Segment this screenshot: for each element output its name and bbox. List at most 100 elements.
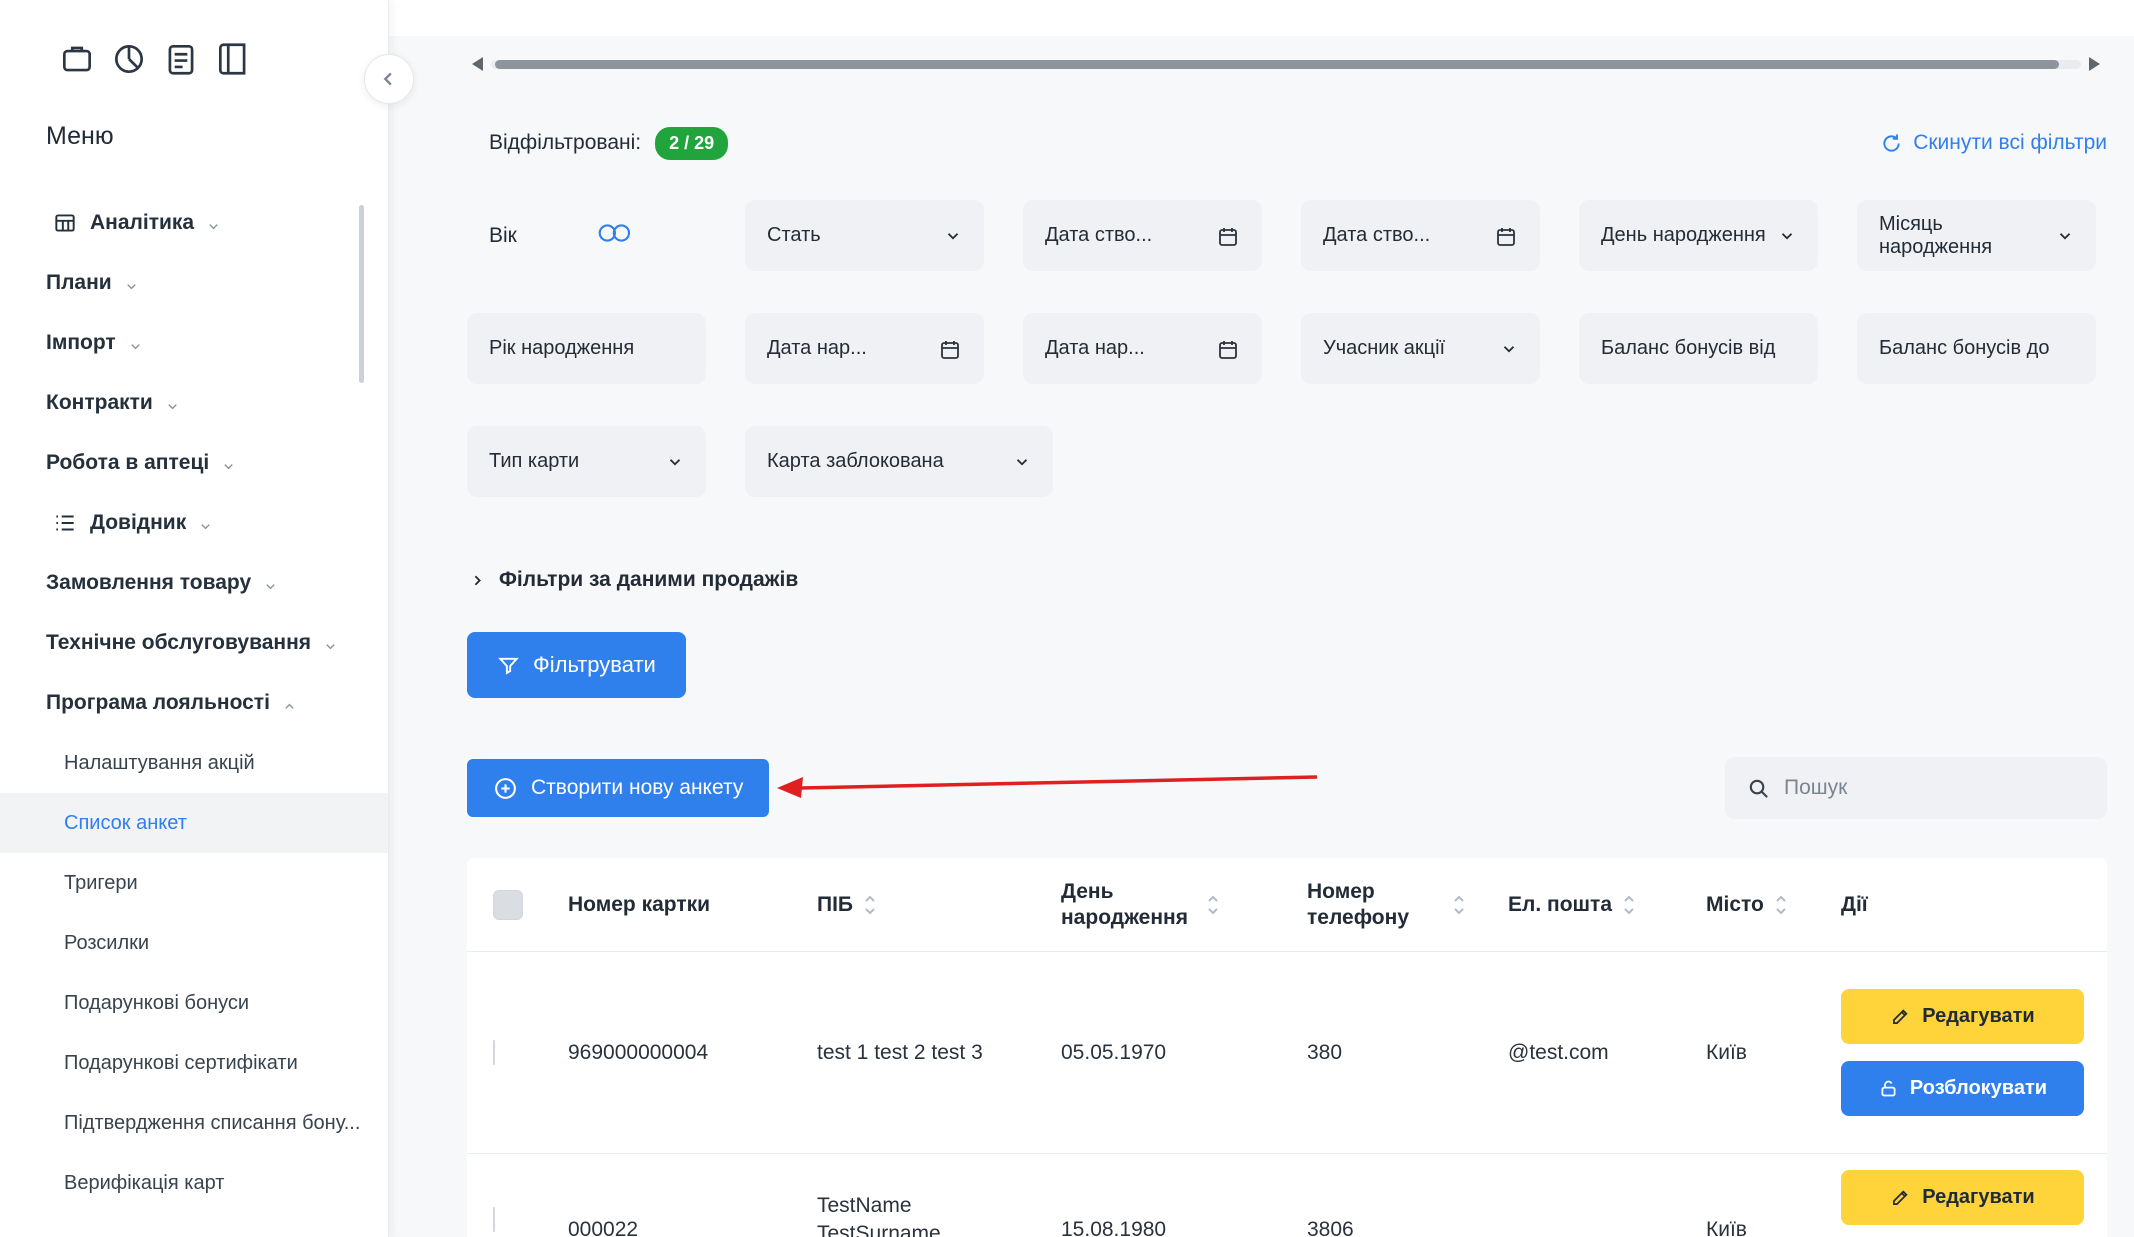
sidebar-subitem-spysok-anket[interactable]: Список анкет bbox=[0, 793, 388, 853]
sidebar-item-label: Технічне обслуговування bbox=[46, 631, 311, 655]
filter-card-type-select[interactable]: Тип карти bbox=[467, 426, 706, 497]
chevron-left-icon bbox=[376, 66, 402, 92]
phone-cell: 380 bbox=[1307, 1041, 1508, 1065]
filter-card-blocked-select[interactable]: Карта заблокована bbox=[745, 426, 1053, 497]
unlock-button[interactable]: Розблокувати bbox=[1841, 1061, 2084, 1116]
filter-gender-select[interactable]: Стать bbox=[745, 200, 984, 271]
surveys-table: Номер картки ПІБ День народження Номер т… bbox=[467, 858, 2107, 1237]
row-checkbox[interactable] bbox=[493, 1040, 495, 1065]
full-name-text: TestName TestSurname bbox=[817, 1192, 967, 1237]
scrollbar-thumb[interactable] bbox=[495, 60, 2059, 69]
sidebar-item-dovidnyk[interactable]: Довідник bbox=[0, 493, 388, 553]
reset-filters-link[interactable]: Скинути всі фільтри bbox=[1880, 131, 2107, 155]
scroll-right-arrow-icon[interactable] bbox=[2089, 57, 2100, 71]
lock-open-icon bbox=[1878, 1078, 1899, 1099]
col-header-city[interactable]: Місто bbox=[1706, 893, 1841, 917]
sort-icon[interactable] bbox=[863, 894, 877, 916]
pie-chart-icon[interactable] bbox=[110, 40, 148, 78]
sidebar-item-plany[interactable]: Плани bbox=[0, 253, 388, 313]
email-cell bbox=[1508, 1154, 1706, 1218]
col-header-card-number: Номер картки bbox=[568, 893, 817, 917]
sidebar-subitem-nalashtuvannya-aktsiy[interactable]: Налаштування акцій bbox=[0, 733, 388, 793]
sales-filters-expander[interactable]: Фільтри за даними продажів bbox=[469, 568, 798, 592]
age-range-toggle[interactable] bbox=[591, 220, 641, 251]
calendar-icon bbox=[1216, 337, 1240, 361]
sort-icon[interactable] bbox=[1452, 894, 1466, 916]
field-label: Карта заблокована bbox=[767, 450, 944, 473]
filter-bonus-to-input[interactable]: Баланс бонусів до bbox=[1857, 313, 2096, 384]
search-input[interactable] bbox=[1784, 776, 2085, 800]
scrollbar-track[interactable] bbox=[491, 60, 2081, 69]
sidebar-item-import[interactable]: Імпорт bbox=[0, 313, 388, 373]
sidebar-menu: Аналітика Плани Імпорт Контракти Робота … bbox=[0, 193, 388, 1213]
sidebar-item-programa-loyalnosti[interactable]: Програма лояльності bbox=[0, 673, 388, 733]
edit-button[interactable]: Редагувати bbox=[1841, 1170, 2084, 1225]
row-checkbox[interactable] bbox=[493, 1207, 495, 1232]
field-label: Дата ство... bbox=[1045, 224, 1152, 247]
create-survey-label: Створити нову анкету bbox=[531, 776, 743, 800]
filter-row-2: Рік народження Дата нар... Дата нар... У… bbox=[467, 313, 2107, 384]
document-icon[interactable] bbox=[162, 40, 200, 78]
sidebar-subitem-podarunkovi-sertyfikaty[interactable]: Подарункові сертифікати bbox=[0, 1033, 388, 1093]
sidebar-subitem-podarunkovi-bonusy[interactable]: Подарункові бонуси bbox=[0, 973, 388, 1033]
scroll-left-arrow-icon[interactable] bbox=[472, 57, 483, 71]
col-header-phone[interactable]: Номер телефону bbox=[1307, 879, 1508, 929]
sidebar-item-zamovlennya-tovaru[interactable]: Замовлення товару bbox=[0, 553, 388, 613]
sort-icon[interactable] bbox=[1774, 894, 1788, 916]
sidebar-subitem-trygery[interactable]: Тригери bbox=[0, 853, 388, 913]
filtered-summary-row: Відфільтровані: 2 / 29 Скинути всі фільт… bbox=[489, 122, 2107, 164]
filter-button-label: Фільтрувати bbox=[533, 652, 656, 678]
sidebar-scrollbar[interactable] bbox=[359, 205, 364, 383]
chevron-down-icon bbox=[206, 216, 221, 231]
col-header-birthday[interactable]: День народження bbox=[1061, 879, 1307, 929]
sidebar-collapse-button[interactable] bbox=[364, 54, 414, 104]
chevron-down-icon bbox=[944, 227, 962, 245]
full-name-cell: test 1 test 2 test 3 bbox=[817, 1041, 1061, 1065]
edit-button[interactable]: Редагувати bbox=[1841, 989, 2084, 1044]
edit-button-label: Редагувати bbox=[1922, 1186, 2034, 1209]
sort-icon[interactable] bbox=[1206, 894, 1220, 916]
chevron-down-icon bbox=[323, 636, 338, 651]
filter-birth-date-to[interactable]: Дата нар... bbox=[1023, 313, 1262, 384]
filter-birth-month-select[interactable]: Місяць народження bbox=[1857, 200, 2096, 271]
sidebar-subitem-pidtverdzhennya-spysannya[interactable]: Підтвердження списання бону... bbox=[0, 1093, 388, 1153]
subitem-label: Розсилки bbox=[64, 932, 149, 955]
filtered-count-badge: 2 / 29 bbox=[655, 127, 728, 160]
field-label: Дата ство... bbox=[1323, 224, 1430, 247]
chevron-right-icon bbox=[469, 572, 486, 589]
select-all-checkbox[interactable] bbox=[493, 890, 523, 920]
sidebar-item-kontrakty[interactable]: Контракти bbox=[0, 373, 388, 433]
sidebar-item-analityka[interactable]: Аналітика bbox=[0, 193, 388, 253]
filter-birth-day-select[interactable]: День народження bbox=[1579, 200, 1818, 271]
filter-birth-year-input[interactable]: Рік народження bbox=[467, 313, 706, 384]
search-box bbox=[1725, 757, 2107, 819]
field-label: Стать bbox=[767, 224, 821, 247]
horizontal-scrollbar[interactable] bbox=[472, 56, 2100, 72]
col-header-email[interactable]: Ел. пошта bbox=[1508, 893, 1706, 917]
city-cell: Київ bbox=[1706, 1154, 1841, 1237]
filters-panel: Вік Стать Дата ство... Дата ство... bbox=[467, 200, 2107, 539]
briefcase-icon[interactable] bbox=[58, 40, 96, 78]
header-label: Місто bbox=[1706, 893, 1764, 917]
search-icon bbox=[1747, 777, 1770, 800]
header-label: Номер телефону bbox=[1307, 879, 1442, 929]
chevron-down-icon bbox=[1778, 227, 1796, 245]
actions-cell: Редагувати bbox=[1841, 1154, 2107, 1225]
chevron-down-icon bbox=[128, 336, 143, 351]
filter-promo-member-select[interactable]: Учасник акції bbox=[1301, 313, 1540, 384]
reset-filters-label: Скинути всі фільтри bbox=[1913, 131, 2107, 155]
sidebar-item-tekhnichne-obslugovuvannya[interactable]: Технічне обслуговування bbox=[0, 613, 388, 673]
sidebar-item-robota-v-aptetsi[interactable]: Робота в аптеці bbox=[0, 433, 388, 493]
sidebar-subitem-veryfikatsiya-kart[interactable]: Верифікація карт bbox=[0, 1153, 388, 1213]
filter-bonus-from-input[interactable]: Баланс бонусів від bbox=[1579, 313, 1818, 384]
chevron-down-icon bbox=[165, 396, 180, 411]
filter-birth-date-from[interactable]: Дата нар... bbox=[745, 313, 984, 384]
filter-date-created-from[interactable]: Дата ство... bbox=[1023, 200, 1262, 271]
col-header-full-name[interactable]: ПІБ bbox=[817, 893, 1061, 917]
book-icon[interactable] bbox=[214, 40, 252, 78]
sort-icon[interactable] bbox=[1622, 894, 1636, 916]
filter-date-created-to[interactable]: Дата ство... bbox=[1301, 200, 1540, 271]
sidebar-subitem-rozsylky[interactable]: Розсилки bbox=[0, 913, 388, 973]
filter-button[interactable]: Фільтрувати bbox=[467, 632, 686, 698]
create-survey-button[interactable]: Створити нову анкету bbox=[467, 759, 769, 817]
